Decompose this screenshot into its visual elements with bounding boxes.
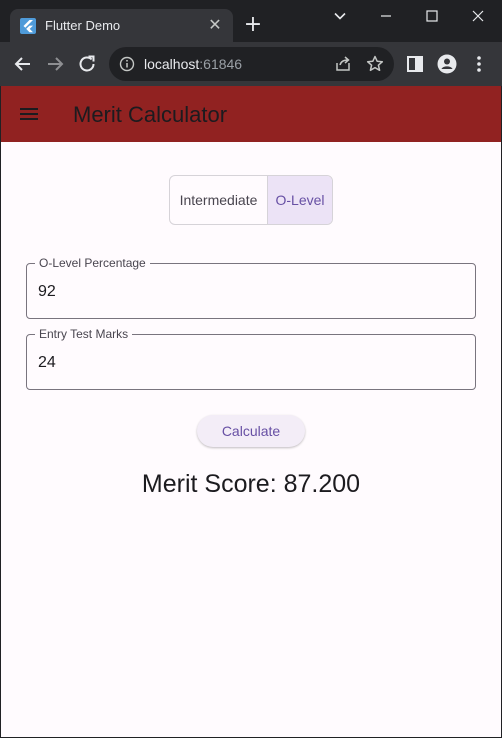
segment-o-level[interactable]: O-Level [268, 176, 332, 224]
side-panel-icon[interactable] [403, 52, 427, 76]
address-bar[interactable]: localhost:61846 [109, 47, 394, 81]
level-segmented-control: Intermediate O-Level [169, 175, 333, 225]
entry-test-marks-value[interactable]: 24 [38, 353, 56, 373]
reload-icon[interactable] [75, 52, 99, 76]
calculate-button[interactable]: Calculate [197, 415, 305, 447]
app-title: Merit Calculator [73, 102, 228, 127]
close-window-icon[interactable] [468, 6, 488, 26]
back-icon[interactable] [11, 52, 35, 76]
entry-test-marks-field[interactable]: Entry Test Marks 24 [26, 327, 476, 390]
chevron-down-icon[interactable] [330, 6, 350, 26]
browser-toolbar: localhost:61846 [0, 42, 502, 86]
app-bar: Merit Calculator [1, 86, 501, 142]
profile-icon[interactable] [435, 52, 459, 76]
browser-titlebar: Flutter Demo ✕ + [0, 0, 502, 42]
bookmark-star-icon[interactable] [365, 54, 385, 74]
o-level-percentage-field[interactable]: O-Level Percentage 92 [26, 256, 476, 319]
entry-test-marks-label: Entry Test Marks [35, 327, 133, 341]
more-menu-icon[interactable] [467, 52, 491, 76]
app-viewport: Merit Calculator Intermediate O-Level O-… [1, 86, 501, 737]
o-level-percentage-value[interactable]: 92 [38, 282, 56, 302]
minimize-icon[interactable] [376, 6, 396, 26]
segment-intermediate[interactable]: Intermediate [170, 176, 268, 224]
maximize-icon[interactable] [422, 6, 442, 26]
url-host: localhost [144, 56, 200, 72]
browser-tab[interactable]: Flutter Demo ✕ [10, 9, 233, 42]
o-level-percentage-label: O-Level Percentage [35, 256, 150, 270]
tab-title: Flutter Demo [45, 18, 121, 33]
url-port: :61846 [199, 56, 243, 72]
flutter-icon [20, 18, 36, 34]
hamburger-menu-icon[interactable] [17, 102, 41, 126]
merit-score-text: Merit Score: 87.200 [141, 470, 361, 498]
forward-icon[interactable] [43, 52, 67, 76]
close-tab-icon[interactable]: ✕ [207, 18, 223, 34]
new-tab-icon[interactable]: + [243, 14, 263, 36]
share-icon[interactable] [333, 54, 353, 74]
site-info-icon[interactable] [119, 56, 135, 72]
url-text: localhost:61846 [144, 56, 242, 72]
